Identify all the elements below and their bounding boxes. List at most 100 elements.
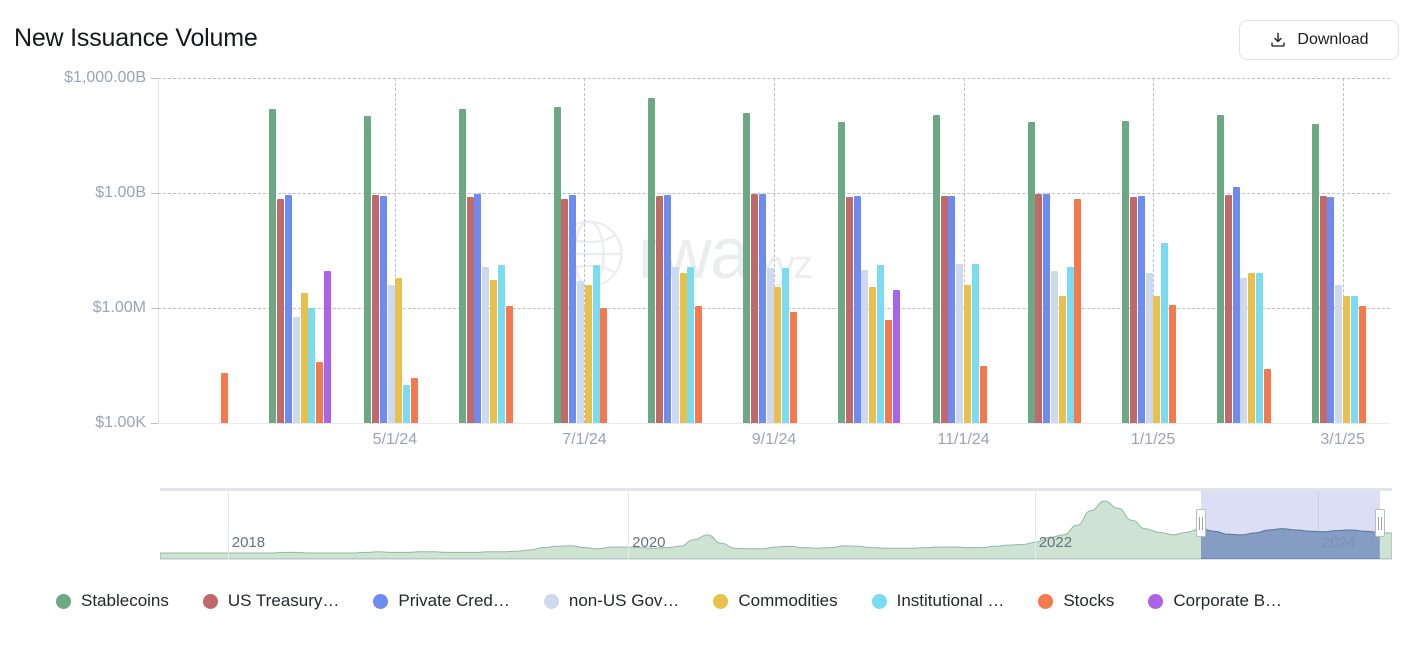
bar-us-treasury-products[interactable]	[1035, 194, 1042, 423]
bar-stocks[interactable]	[790, 312, 797, 423]
bar-non-us-government-debt[interactable]	[482, 267, 489, 423]
bar-commodities[interactable]	[774, 287, 781, 423]
bar-stablecoins[interactable]	[1028, 122, 1035, 423]
bar-us-treasury-products[interactable]	[1320, 196, 1327, 423]
bar-institutional-alt-funds[interactable]	[498, 265, 505, 423]
bar-stablecoins[interactable]	[933, 115, 940, 423]
bar-stablecoins[interactable]	[364, 116, 371, 423]
bar-non-us-government-debt[interactable]	[1051, 271, 1058, 423]
bar-stablecoins[interactable]	[1122, 121, 1129, 423]
bar-private-credit[interactable]	[948, 196, 955, 423]
bar-institutional-alt-funds[interactable]	[687, 267, 694, 423]
bar-private-credit[interactable]	[664, 195, 671, 423]
bar-institutional-alt-funds[interactable]	[1067, 267, 1074, 423]
bar-commodities[interactable]	[585, 285, 592, 423]
bar-private-credit[interactable]	[1138, 196, 1145, 423]
navigator-body[interactable]: 2018202020222024	[160, 491, 1392, 559]
bar-institutional-alt-funds[interactable]	[308, 308, 315, 423]
bar-us-treasury-products[interactable]	[1225, 195, 1232, 423]
bar-non-us-government-debt[interactable]	[1335, 285, 1342, 423]
legend-item[interactable]: Stablecoins	[56, 586, 169, 616]
bar-stablecoins[interactable]	[554, 107, 561, 423]
bar-institutional-alt-funds[interactable]	[403, 385, 410, 423]
bar-private-credit[interactable]	[759, 194, 766, 423]
bar-us-treasury-products[interactable]	[656, 196, 663, 423]
bar-commodities[interactable]	[490, 280, 497, 423]
bar-institutional-alt-funds[interactable]	[1256, 273, 1263, 423]
bar-us-treasury-products[interactable]	[467, 197, 474, 423]
bar-stocks[interactable]	[1169, 305, 1176, 423]
bar-institutional-alt-funds[interactable]	[593, 265, 600, 423]
bar-us-treasury-products[interactable]	[277, 199, 284, 423]
bar-us-treasury-products[interactable]	[561, 199, 568, 423]
bar-commodities[interactable]	[1153, 296, 1160, 423]
bar-stocks[interactable]	[1074, 199, 1081, 423]
bar-commodities[interactable]	[301, 293, 308, 423]
bar-corporate-bonds[interactable]	[324, 271, 331, 423]
bar-stocks[interactable]	[411, 378, 418, 423]
bar-stablecoins[interactable]	[648, 98, 655, 423]
bar-commodities[interactable]	[964, 285, 971, 423]
legend-item[interactable]: Private Cred…	[373, 586, 509, 616]
bar-commodities[interactable]	[869, 287, 876, 423]
navigator-selection-mask[interactable]	[1201, 491, 1380, 559]
navigator-right-handle[interactable]	[1375, 509, 1385, 537]
bar-private-credit[interactable]	[569, 195, 576, 423]
bar-stocks[interactable]	[885, 320, 892, 423]
bar-stablecoins[interactable]	[838, 122, 845, 423]
legend-item[interactable]: Corporate B…	[1148, 586, 1282, 616]
bar-stocks[interactable]	[600, 308, 607, 423]
bar-stablecoins[interactable]	[743, 113, 750, 423]
bar-private-credit[interactable]	[474, 194, 481, 423]
bar-us-treasury-products[interactable]	[751, 194, 758, 423]
bar-us-treasury-products[interactable]	[1130, 197, 1137, 423]
bar-non-us-government-debt[interactable]	[1146, 273, 1153, 423]
bar-commodities[interactable]	[1059, 296, 1066, 423]
bar-stablecoins[interactable]	[1217, 115, 1224, 423]
bar-private-credit[interactable]	[285, 195, 292, 423]
bar-non-us-government-debt[interactable]	[577, 281, 584, 423]
legend-item[interactable]: Institutional …	[872, 586, 1005, 616]
legend-item[interactable]: Stocks	[1038, 586, 1114, 616]
bar-stocks[interactable]	[1264, 369, 1271, 423]
bar-stocks[interactable]	[1359, 306, 1366, 423]
bar-non-us-government-debt[interactable]	[767, 268, 774, 423]
bar-commodities[interactable]	[395, 278, 402, 423]
bar-non-us-government-debt[interactable]	[1240, 278, 1247, 423]
bar-stocks[interactable]	[316, 362, 323, 423]
legend-item[interactable]: non-US Gov…	[544, 586, 680, 616]
bar-private-credit[interactable]	[1233, 187, 1240, 423]
bar-us-treasury-products[interactable]	[941, 196, 948, 423]
bar-commodities[interactable]	[1343, 296, 1350, 423]
bar-non-us-government-debt[interactable]	[293, 317, 300, 423]
download-button[interactable]: Download	[1239, 20, 1399, 60]
bar-institutional-alt-funds[interactable]	[1161, 243, 1168, 423]
range-navigator[interactable]: 2018202020222024	[160, 488, 1392, 566]
bar-institutional-alt-funds[interactable]	[877, 265, 884, 423]
bar-stocks[interactable]	[506, 306, 513, 423]
bar-stablecoins[interactable]	[269, 109, 276, 423]
bar-us-treasury-products[interactable]	[372, 195, 379, 423]
bar-non-us-government-debt[interactable]	[861, 270, 868, 423]
bar-stablecoins[interactable]	[459, 109, 466, 423]
bar-non-us-government-debt[interactable]	[956, 264, 963, 423]
bar-non-us-government-debt[interactable]	[388, 285, 395, 423]
legend-item[interactable]: Commodities	[713, 586, 837, 616]
bar-stocks[interactable]	[695, 306, 702, 423]
bar-stocks[interactable]	[221, 373, 228, 423]
bar-commodities[interactable]	[680, 273, 687, 423]
bar-institutional-alt-funds[interactable]	[782, 268, 789, 423]
bar-private-credit[interactable]	[1327, 197, 1334, 423]
bar-corporate-bonds[interactable]	[893, 290, 900, 423]
bar-non-us-government-debt[interactable]	[672, 267, 679, 423]
bar-us-treasury-products[interactable]	[846, 197, 853, 423]
bar-private-credit[interactable]	[854, 196, 861, 423]
navigator-left-handle[interactable]	[1196, 509, 1206, 537]
bar-institutional-alt-funds[interactable]	[972, 264, 979, 423]
bar-stocks[interactable]	[980, 366, 987, 423]
bar-commodities[interactable]	[1248, 273, 1255, 423]
legend-item[interactable]: US Treasury…	[203, 586, 339, 616]
bar-stablecoins[interactable]	[1312, 124, 1319, 423]
bar-institutional-alt-funds[interactable]	[1351, 296, 1358, 423]
bar-private-credit[interactable]	[380, 196, 387, 423]
